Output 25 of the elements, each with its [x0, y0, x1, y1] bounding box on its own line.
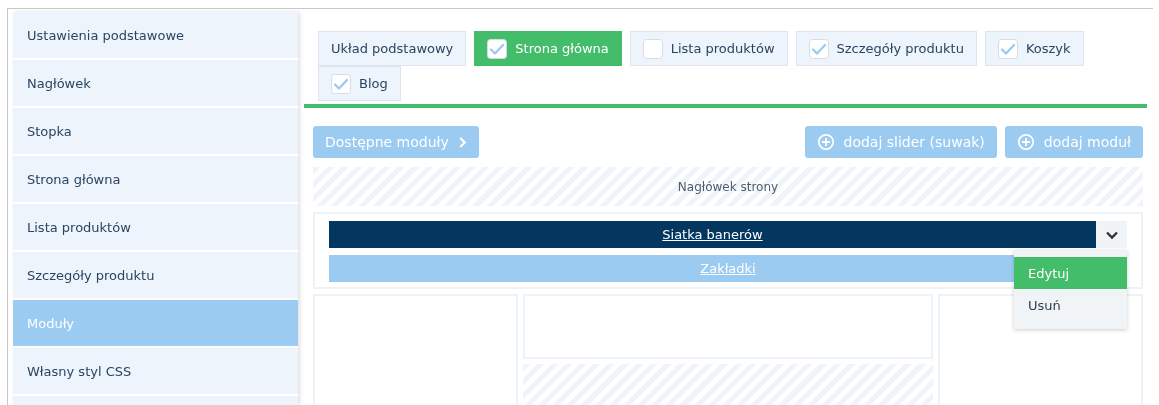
tab[interactable]: Blog [318, 66, 401, 101]
sidebar-item[interactable]: Stopka [13, 108, 298, 156]
sidebar-item[interactable]: Własny styl CSS [13, 348, 298, 396]
plus-circle-icon [816, 133, 835, 151]
tab[interactable]: Układ podstawowy [318, 31, 467, 66]
sidebar-item[interactable]: Nagłówek [13, 60, 298, 108]
sidebar-item[interactable]: Strona główna [13, 156, 298, 204]
menu-item[interactable]: Usuń [1014, 289, 1127, 321]
module-link[interactable]: Siatka banerów [662, 227, 763, 242]
tab[interactable]: Lista produktów [629, 31, 788, 66]
checkbox[interactable] [808, 38, 829, 59]
sidebar-item[interactable]: Lista produktów [13, 204, 298, 252]
tab[interactable]: Szczegóły produktu [795, 31, 977, 66]
checkbox[interactable] [642, 38, 663, 59]
checkbox[interactable] [331, 73, 351, 94]
checkbox[interactable] [487, 38, 508, 59]
plus-circle-icon [1016, 133, 1035, 151]
sidebar-item[interactable]: Ustawienia podstawowe [13, 12, 298, 60]
module-bar[interactable]: Siatka banerów [329, 221, 1096, 248]
chevron-right-icon [457, 135, 467, 149]
zone-label: Nagłówek strony [677, 179, 779, 194]
dropdown-toggle[interactable] [1096, 221, 1127, 248]
tab[interactable]: Koszyk [984, 31, 1084, 66]
checkbox[interactable] [997, 38, 1018, 59]
caret-icon [1104, 229, 1119, 240]
